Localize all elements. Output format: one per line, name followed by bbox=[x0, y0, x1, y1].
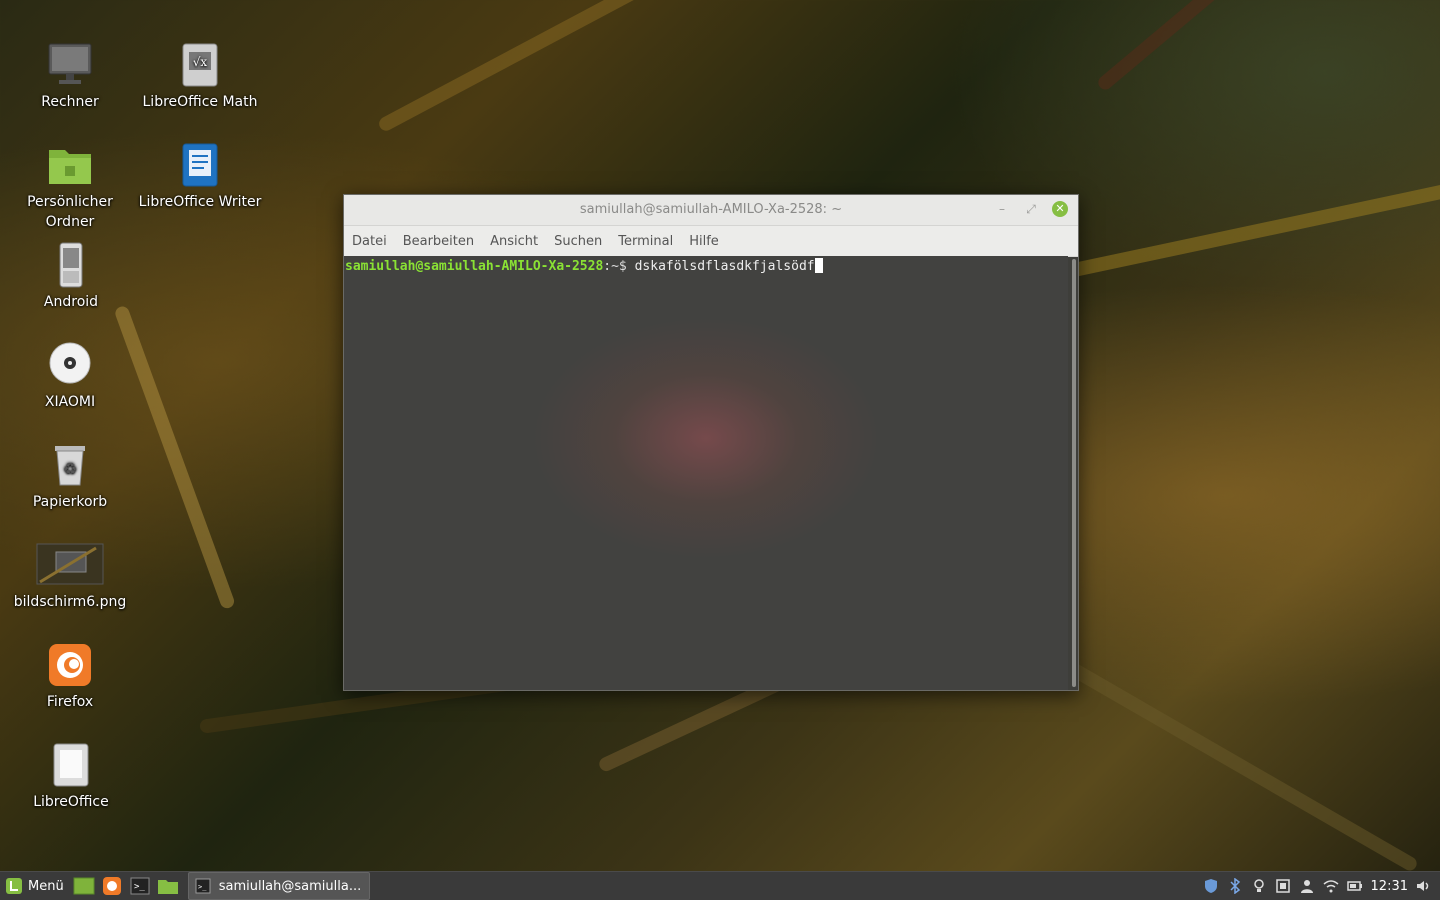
menu-bearbeiten[interactable]: Bearbeiten bbox=[403, 232, 474, 251]
menu-terminal[interactable]: Terminal bbox=[618, 232, 673, 251]
desktop-icon-android[interactable]: Android bbox=[6, 242, 136, 312]
firefox-icon bbox=[47, 642, 93, 688]
clock[interactable]: 12:31 bbox=[1371, 879, 1408, 894]
desktop-icon-label: XIAOMI bbox=[44, 394, 96, 410]
mint-logo-icon bbox=[6, 878, 22, 894]
prompt-path: :~$ bbox=[603, 259, 635, 274]
svg-text:>_: >_ bbox=[134, 882, 145, 892]
menu-suchen[interactable]: Suchen bbox=[554, 232, 602, 251]
user-icon[interactable] bbox=[1298, 877, 1316, 895]
prompt-user: samiullah@samiullah-AMILO-Xa-2528 bbox=[345, 259, 604, 274]
terminal-output[interactable]: samiullah@samiullah-AMILO-Xa-2528:~$ dsk… bbox=[344, 256, 1068, 690]
desktop-icon-libreoffice-math[interactable]: √x LibreOffice Math bbox=[135, 42, 265, 112]
desktop-icon-libreoffice-writer[interactable]: LibreOffice Writer bbox=[135, 142, 265, 212]
system-tray: 12:31 bbox=[1199, 872, 1436, 900]
minimize-button[interactable]: – bbox=[994, 201, 1010, 217]
text-cursor bbox=[814, 258, 823, 273]
menu-hilfe[interactable]: Hilfe bbox=[689, 232, 719, 251]
redshift-bulb-icon[interactable] bbox=[1250, 877, 1268, 895]
svg-text:♻: ♻ bbox=[63, 459, 77, 478]
scrollbar[interactable] bbox=[1072, 259, 1076, 687]
menu-button[interactable]: Menü bbox=[0, 872, 70, 900]
close-button[interactable]: ✕ bbox=[1052, 201, 1068, 217]
trash-icon: ♻ bbox=[47, 442, 93, 488]
desktop-icon-label: Rechner bbox=[41, 94, 99, 110]
task-label: samiullah@samiulla... bbox=[218, 878, 362, 894]
show-desktop-icon[interactable] bbox=[73, 875, 95, 897]
desktop-icon-papierkorb[interactable]: ♻ Papierkorb bbox=[5, 442, 135, 512]
taskbar-terminal-task[interactable]: >_ samiullah@samiulla... bbox=[187, 872, 371, 900]
bluetooth-icon[interactable] bbox=[1226, 877, 1244, 895]
shield-icon[interactable] bbox=[1202, 877, 1220, 895]
update-manager-icon[interactable] bbox=[1274, 877, 1292, 895]
taskbar: Menü >_ >_ samiullah@samiulla... 12:31 bbox=[0, 871, 1440, 900]
wifi-icon[interactable] bbox=[1322, 877, 1340, 895]
menu-label: Menü bbox=[28, 878, 64, 894]
terminal-launcher-icon[interactable]: >_ bbox=[129, 875, 151, 897]
libreoffice-writer-icon bbox=[177, 142, 223, 188]
desktop-icon-label: LibreOffice Math bbox=[142, 94, 258, 110]
libreoffice-math-icon: √x bbox=[177, 42, 223, 88]
command-input[interactable]: dskafölsdflasdkfjalsödf bbox=[635, 259, 815, 274]
svg-text:√x: √x bbox=[193, 55, 208, 69]
image-thumbnail-icon bbox=[36, 542, 104, 588]
desktop-icon-bildschirm6[interactable]: bildschirm6.png bbox=[5, 542, 135, 612]
menubar: Datei Bearbeiten Ansicht Suchen Terminal… bbox=[344, 226, 1078, 257]
phone-icon bbox=[48, 242, 94, 288]
firefox-launcher-icon[interactable] bbox=[101, 875, 123, 897]
desktop-icon-persoenlicher-ordner[interactable]: Persönlicher Ordner bbox=[5, 142, 135, 232]
desktop-icon-firefox[interactable]: Firefox bbox=[5, 642, 135, 712]
computer-icon bbox=[47, 42, 93, 88]
window-titlebar[interactable]: samiullah@samiullah-AMILO-Xa-2528: ~ – ⤢… bbox=[344, 195, 1078, 226]
terminal-icon: >_ bbox=[195, 878, 211, 894]
desktop-icon-label: Android bbox=[43, 294, 99, 310]
menu-datei[interactable]: Datei bbox=[352, 232, 387, 251]
menu-ansicht[interactable]: Ansicht bbox=[490, 232, 538, 251]
desktop-icon-rechner[interactable]: Rechner bbox=[5, 42, 135, 112]
home-folder-icon bbox=[47, 142, 93, 188]
desktop-icon-label: bildschirm6.png bbox=[13, 594, 127, 610]
libreoffice-icon bbox=[48, 742, 94, 788]
maximize-button[interactable]: ⤢ bbox=[1023, 201, 1039, 217]
terminal-window[interactable]: samiullah@samiullah-AMILO-Xa-2528: ~ – ⤢… bbox=[343, 194, 1079, 691]
desktop-icon-label: Papierkorb bbox=[32, 494, 108, 510]
desktop-icon-label: Firefox bbox=[46, 694, 94, 710]
drive-disc-icon bbox=[47, 342, 93, 388]
battery-icon[interactable] bbox=[1346, 877, 1364, 895]
volume-icon[interactable] bbox=[1415, 877, 1433, 895]
desktop-icon-label: LibreOffice Writer bbox=[138, 194, 262, 210]
desktop-icon-label: LibreOffice bbox=[33, 794, 109, 810]
files-launcher-icon[interactable] bbox=[157, 875, 179, 897]
window-title: samiullah@samiullah-AMILO-Xa-2528: ~ bbox=[579, 202, 843, 217]
desktop-icon-libreoffice[interactable]: LibreOffice bbox=[6, 742, 136, 812]
desktop-icon-label: Persönlicher Ordner bbox=[27, 194, 113, 230]
svg-text:>_: >_ bbox=[198, 883, 207, 891]
desktop-icon-xiaomi[interactable]: XIAOMI bbox=[5, 342, 135, 412]
